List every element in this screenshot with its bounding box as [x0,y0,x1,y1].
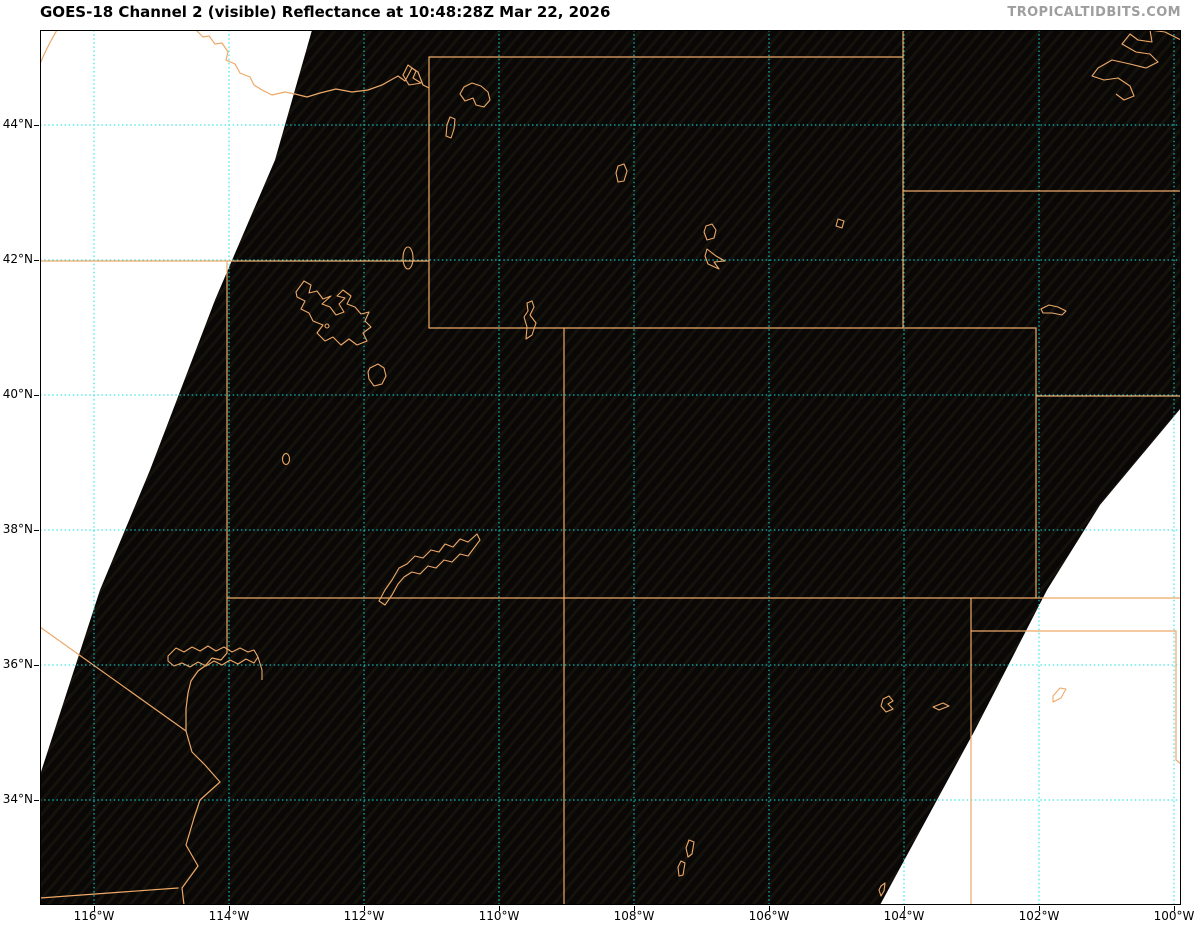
x-tick-label: 104°W [883,909,925,923]
y-tick-label: 42°N [2,252,33,266]
x-tick-label: 108°W [613,909,655,923]
y-tick-mark [34,800,39,801]
x-tick-label: 102°W [1018,909,1060,923]
map-canvas [40,30,1181,905]
x-tick-label: 100°W [1153,909,1195,923]
y-tick-label: 34°N [2,792,33,806]
y-tick-label: 38°N [2,522,33,536]
x-tick-label: 112°W [343,909,385,923]
y-tick-mark [34,530,39,531]
y-tick-label: 36°N [2,657,33,671]
satellite-scan-area [40,30,1181,905]
y-tick-mark [34,260,39,261]
page-title: GOES-18 Channel 2 (visible) Reflectance … [40,3,611,21]
oregon-idaho-snake-river-border [40,30,58,65]
watermark: TROPICALTIDBITS.COM [1007,5,1181,20]
y-tick-mark [34,395,39,396]
x-tick-label: 116°W [73,909,115,923]
y-tick-label: 40°N [2,387,33,401]
x-tick-label: 106°W [748,909,790,923]
y-tick-mark [34,125,39,126]
satellite-figure: GOES-18 Channel 2 (visible) Reflectance … [0,0,1200,929]
lake-meredith [1052,687,1067,703]
y-tick-label: 44°N [2,117,33,131]
x-tick-label: 110°W [478,909,520,923]
x-tick-label: 114°W [208,909,250,923]
y-tick-mark [34,665,39,666]
